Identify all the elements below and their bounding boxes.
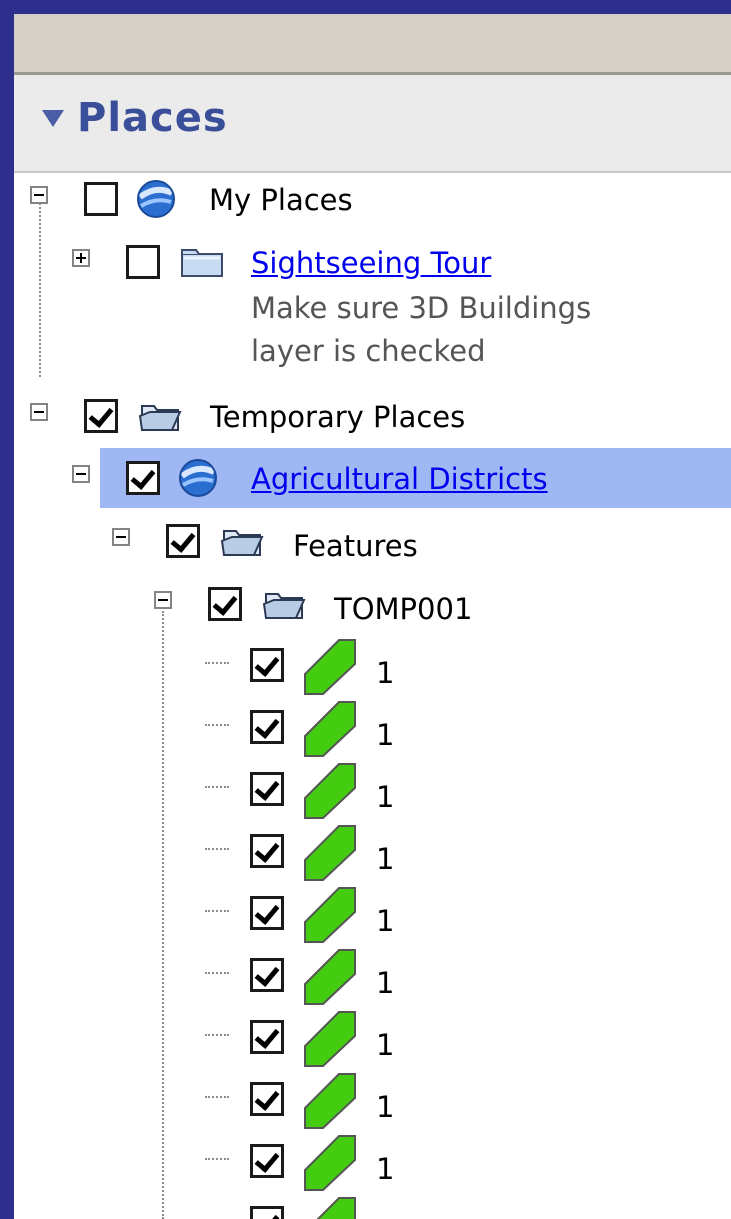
collapse-toggle[interactable] (154, 591, 172, 609)
polygon-icon (304, 825, 356, 881)
window-frame-top (0, 0, 731, 14)
my-places-label: My Places (209, 183, 353, 217)
tomp001-label: TOMP001 (334, 592, 473, 626)
tree-connector (205, 848, 229, 850)
polygon-icon (304, 701, 356, 757)
tree-connector (205, 910, 229, 912)
globe-icon (179, 459, 217, 497)
polygon-checkbox[interactable] (250, 772, 284, 806)
features-checkbox[interactable] (166, 524, 200, 558)
polygon-checkbox[interactable] (250, 1206, 284, 1219)
tree-connector (205, 972, 229, 974)
agricultural-districts-link[interactable]: Agricultural Districts (251, 462, 548, 496)
tree-item-tomp001[interactable]: TOMP001 (14, 574, 731, 634)
polygon-checkbox[interactable] (250, 1082, 284, 1116)
list-item[interactable]: 1 (14, 1130, 731, 1191)
polygon-icon (304, 639, 356, 695)
tree-connector (205, 1158, 229, 1160)
tree-item-features[interactable]: Features (14, 511, 731, 571)
polygon-checkbox[interactable] (250, 648, 284, 682)
polygon-label: 1 (376, 656, 395, 690)
features-label: Features (293, 529, 418, 563)
temporary-places-checkbox[interactable] (84, 399, 118, 433)
sightseeing-tour-description: Make sure 3D Buildings (251, 291, 592, 325)
my-places-checkbox[interactable] (84, 182, 118, 216)
collapse-toggle[interactable] (72, 465, 90, 483)
list-item[interactable]: 1 (14, 696, 731, 757)
agricultural-districts-checkbox[interactable] (126, 461, 160, 495)
list-item[interactable]: 1 (14, 1192, 731, 1219)
open-folder-icon (220, 530, 264, 556)
sightseeing-tour-description: layer is checked (251, 334, 486, 368)
list-item[interactable]: 1 (14, 820, 731, 881)
polygon-checkbox[interactable] (250, 958, 284, 992)
collapse-toggle[interactable] (30, 403, 48, 421)
list-item[interactable]: 1 (14, 1006, 731, 1067)
list-item[interactable]: 1 (14, 1068, 731, 1129)
polygon-checkbox[interactable] (250, 834, 284, 868)
polygon-label: 1 (376, 842, 395, 876)
places-tree: My Places Sightseeing Tour Make sure 3D … (14, 14, 731, 1219)
polygon-icon (304, 887, 356, 943)
sightseeing-tour-link[interactable]: Sightseeing Tour (251, 246, 491, 280)
list-item[interactable]: 1 (14, 882, 731, 943)
open-folder-icon (262, 593, 306, 619)
tree-item-agricultural-districts[interactable]: Agricultural Districts (72, 448, 731, 508)
temporary-places-label: Temporary Places (210, 400, 466, 434)
polygon-label: 1 (376, 1028, 395, 1062)
polygon-icon (304, 1135, 356, 1191)
tree-connector (205, 1096, 229, 1098)
places-panel: Places My Places Sightseeing Tour Make s… (14, 14, 731, 1219)
polygon-icon (304, 763, 356, 819)
expand-toggle[interactable] (72, 249, 90, 267)
polygon-label: 1 (376, 966, 395, 1000)
polygon-checkbox[interactable] (250, 1020, 284, 1054)
polygon-checkbox[interactable] (250, 1144, 284, 1178)
tree-item-temporary-places[interactable]: Temporary Places (14, 386, 731, 446)
globe-icon (137, 180, 175, 218)
tree-item-sightseeing-tour[interactable]: Sightseeing Tour Make sure 3D Buildings … (14, 232, 731, 368)
sightseeing-tour-checkbox[interactable] (126, 245, 160, 279)
polygon-label: 1 (376, 904, 395, 938)
polygon-checkbox[interactable] (250, 710, 284, 744)
list-item[interactable]: 1 (14, 758, 731, 819)
polygon-icon (304, 1073, 356, 1129)
tree-connector (205, 1034, 229, 1036)
tree-connector (205, 662, 229, 664)
polygon-checkbox[interactable] (250, 896, 284, 930)
list-item[interactable]: 1 (14, 634, 731, 695)
polygon-icon (304, 949, 356, 1005)
list-item[interactable]: 1 (14, 944, 731, 1005)
polygon-label: 1 (376, 1214, 394, 1219)
tree-item-my-places[interactable]: My Places (14, 169, 731, 229)
polygon-label: 1 (376, 718, 395, 752)
polygon-label: 1 (376, 1152, 395, 1186)
collapse-toggle[interactable] (112, 528, 130, 546)
polygon-icon (304, 1011, 356, 1067)
collapse-toggle[interactable] (30, 186, 48, 204)
tree-connector (205, 724, 229, 726)
polygon-label: 1 (376, 1090, 395, 1124)
tomp001-checkbox[interactable] (208, 587, 242, 621)
polygon-label: 1 (376, 780, 395, 814)
open-folder-icon (138, 405, 182, 431)
polygon-icon (316, 1197, 356, 1219)
folder-icon (181, 249, 223, 277)
tree-connector (205, 786, 229, 788)
